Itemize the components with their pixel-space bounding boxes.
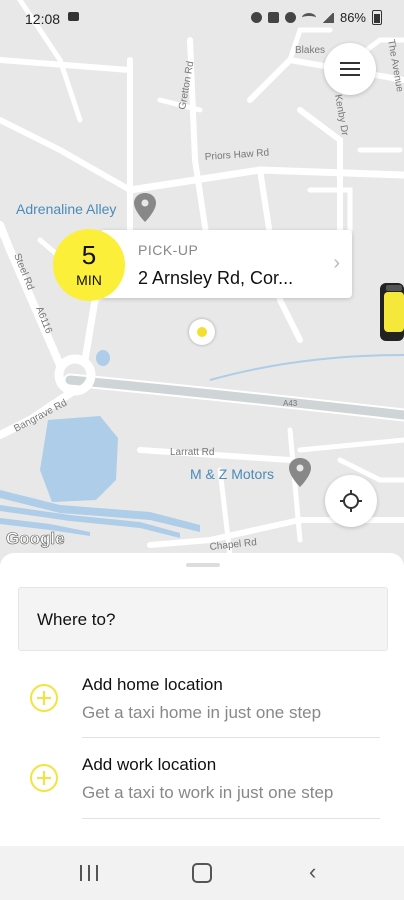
add-work-title: Add work location	[82, 755, 217, 774]
message-notification-icon	[68, 12, 79, 21]
status-icons: 86%	[250, 10, 382, 25]
google-attribution: Google	[6, 529, 65, 548]
menu-button[interactable]	[324, 43, 376, 95]
signal-icon	[321, 12, 334, 23]
plus-circle-icon	[30, 684, 58, 712]
street-label-a43: A43	[283, 399, 298, 408]
eta-badge: 5 MIN	[53, 229, 125, 301]
street-label-larratt: Larratt Rd	[170, 447, 214, 458]
system-nav-bar: ‹	[0, 846, 404, 900]
bottom-sheet: Where to? Add home location Get a taxi h…	[0, 553, 404, 853]
wifi-icon	[301, 13, 316, 22]
street-label-blakes: Blakes	[295, 45, 325, 56]
pickup-card[interactable]: PICK-UP 2 Arnsley Rd, Cor... ›	[100, 230, 352, 298]
add-work-subtitle: Get a taxi to work in just one step	[82, 783, 334, 802]
where-to-input[interactable]: Where to?	[18, 587, 388, 651]
eta-number: 5	[81, 240, 97, 270]
recent-apps-button[interactable]	[80, 865, 98, 881]
add-home-location-row[interactable]: Add home location Get a taxi home in jus…	[0, 653, 404, 733]
eta-unit: MIN	[76, 272, 102, 288]
pickup-location-marker[interactable]	[189, 319, 215, 345]
plus-circle-icon	[30, 764, 58, 792]
locate-me-button[interactable]	[325, 475, 377, 527]
add-home-subtitle: Get a taxi home in just one step	[82, 703, 322, 722]
divider	[82, 818, 380, 819]
pickup-address: 2 Arnsley Rd, Cor...	[138, 268, 294, 288]
poi-mz-motors[interactable]: M & Z Motors	[190, 466, 274, 482]
chevron-right-icon: ›	[333, 252, 340, 274]
taxi-car-icon	[380, 283, 404, 341]
battery-percent: 86%	[339, 10, 366, 25]
where-to-placeholder: Where to?	[37, 610, 116, 629]
mute-icon	[267, 12, 279, 23]
sheet-grab-handle[interactable]	[186, 563, 220, 567]
status-time: 12:08	[25, 11, 61, 27]
back-button[interactable]: ‹	[309, 861, 316, 883]
add-home-title: Add home location	[82, 675, 223, 694]
location-icon	[284, 12, 296, 23]
hamburger-icon	[340, 62, 360, 76]
add-work-location-row[interactable]: Add work location Get a taxi to work in …	[0, 733, 404, 813]
home-button[interactable]	[192, 863, 212, 883]
alarm-icon	[250, 12, 262, 23]
status-bar: 12:08 86%	[0, 0, 404, 36]
poi-adrenaline-alley[interactable]: Adrenaline Alley	[16, 201, 116, 217]
crosshair-icon	[340, 490, 362, 512]
pickup-label: PICK-UP	[138, 242, 199, 258]
battery-icon	[372, 10, 382, 25]
